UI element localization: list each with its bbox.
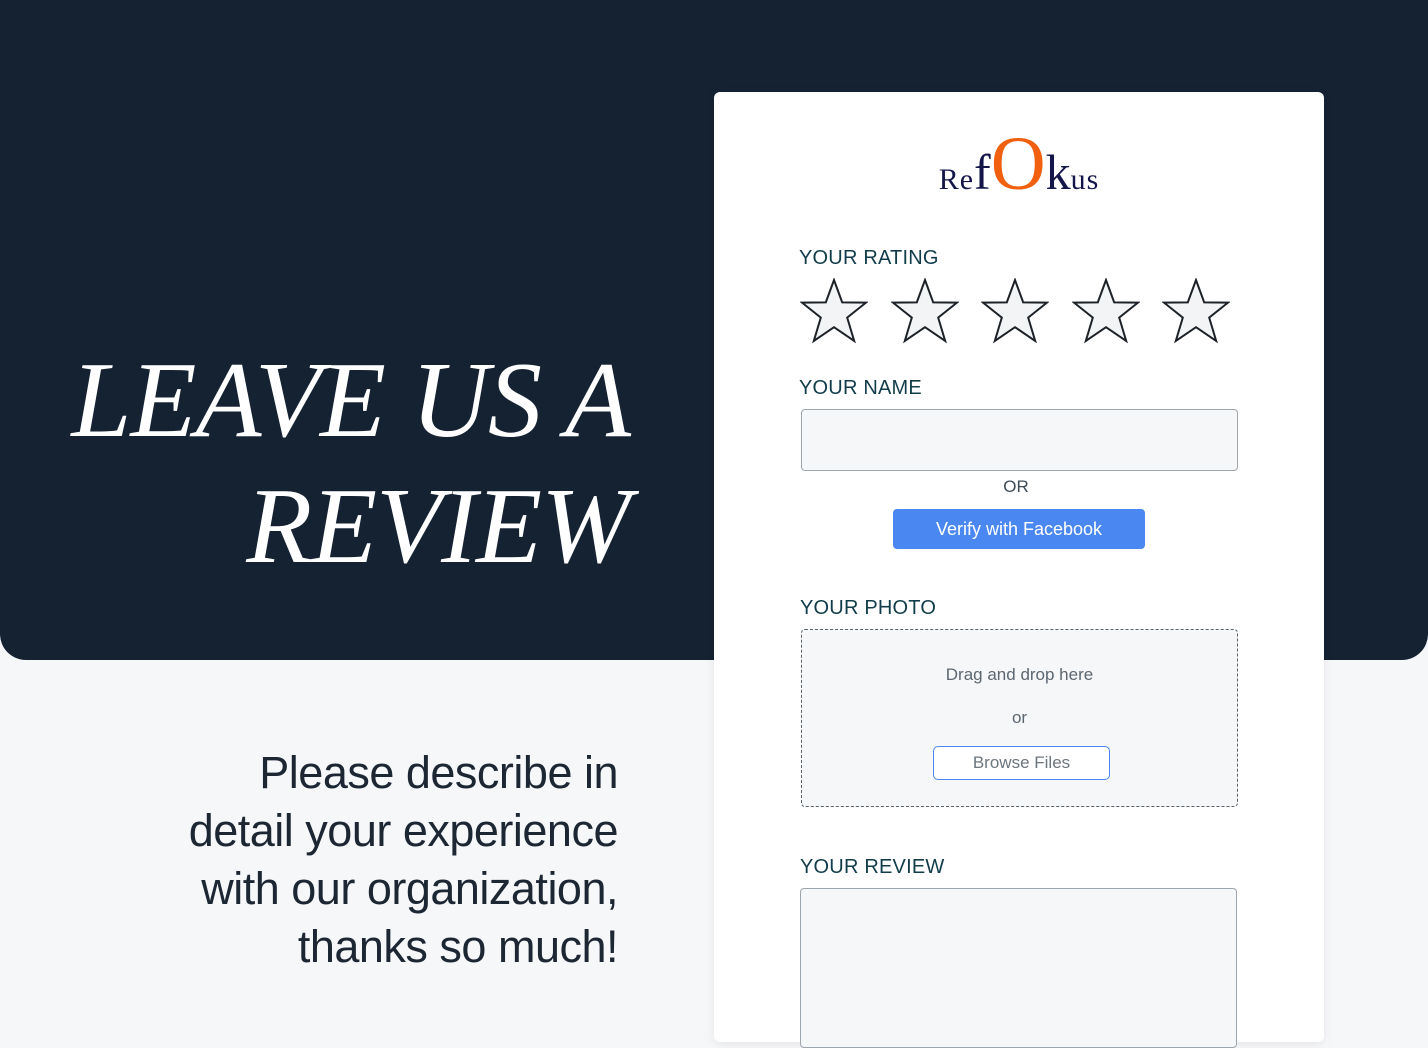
rating-label: YOUR RATING [799,247,939,269]
verify-facebook-button[interactable]: Verify with Facebook [893,509,1145,549]
rating-star-4[interactable] [1070,277,1141,344]
intro-line-4: thanks so much! [297,921,619,972]
rating-star-2[interactable] [889,277,960,344]
intro-line-3: with our organization, [201,863,618,914]
drag-drop-text: Drag and drop here [945,665,1094,684]
star-outline-icon [1070,277,1141,344]
page-title: LEAVE US A REVIEW [30,338,631,590]
star-outline-icon [799,277,869,344]
refokus-logo: RefOkus [714,126,1324,202]
browse-files-button[interactable]: Browse Files [933,746,1110,780]
intro-text: Please describe in detail your experienc… [120,744,619,976]
photo-label: YOUR PHOTO [800,597,937,619]
page-title-line-2: REVIEW [246,467,631,586]
page-title-line-1: LEAVE US A [71,341,631,460]
intro-line-2: detail your experience [188,805,619,856]
dropzone-or-text: or [1011,708,1028,727]
logo-part-f: f [974,144,991,200]
name-input[interactable] [801,409,1238,471]
review-label: YOUR REVIEW [800,856,945,878]
or-divider-text: OR [1003,477,1029,496]
logo-part-re: Re [938,163,975,196]
logo-part-o: O [990,122,1046,206]
intro-line-1: Please describe in [259,747,618,798]
photo-dropzone[interactable]: Drag and drop here or Browse Files [801,629,1238,807]
star-outline-icon [1161,277,1231,344]
logo-part-k: k [1045,144,1071,200]
rating-star-3[interactable] [980,277,1050,344]
rating-star-1[interactable] [799,277,869,344]
star-outline-icon [889,277,960,344]
review-textarea[interactable] [800,888,1237,1048]
name-label: YOUR NAME [799,377,922,399]
star-outline-icon [980,277,1050,344]
logo-part-us: us [1070,163,1100,196]
rating-star-5[interactable] [1161,277,1231,344]
